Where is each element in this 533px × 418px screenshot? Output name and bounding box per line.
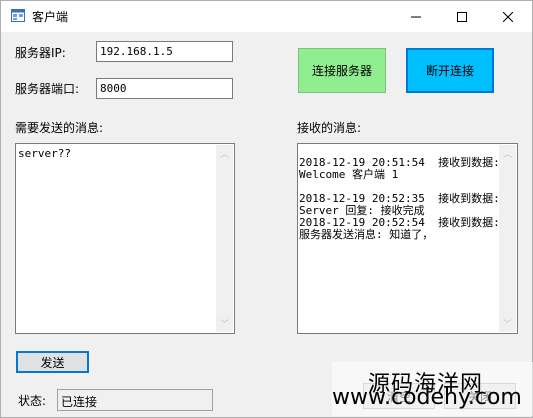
received-message-textarea[interactable]: 2018-12-19 20:51:54 接收到数据: Welcome 客户端 1… xyxy=(297,143,518,334)
maximize-button[interactable] xyxy=(439,1,485,32)
server-ip-label: 服务器IP: xyxy=(15,46,66,60)
client-window: 客户端 服务器IP: 192.168.1.5 服务器端口: 8000 连接服务器… xyxy=(0,0,533,418)
scroll-down-icon[interactable]: ﹀ xyxy=(499,315,516,332)
window-title: 客户端 xyxy=(32,10,69,24)
server-ip-input[interactable]: 192.168.1.5 xyxy=(96,41,233,62)
scroll-up-icon[interactable]: ︿ xyxy=(499,145,516,162)
status-label: 状态: xyxy=(18,394,47,408)
minimize-icon xyxy=(411,16,421,17)
connect-server-button[interactable]: 连接服务器 xyxy=(298,48,386,93)
close-icon xyxy=(503,11,513,22)
received-message-text: 2018-12-19 20:51:54 接收到数据: Welcome 客户端 1… xyxy=(299,156,500,241)
maximize-icon xyxy=(457,11,467,22)
server-port-label: 服务器端口: xyxy=(15,82,80,96)
app-window-icon xyxy=(11,9,25,22)
server-port-input[interactable]: 8000 xyxy=(96,78,233,99)
watermark-url: www.codehy.com xyxy=(332,385,522,410)
received-message-scrollbar[interactable]: ︿ ﹀ xyxy=(499,145,516,332)
send-message-label: 需要发送的消息: xyxy=(15,121,104,135)
send-message-textarea[interactable]: server?? ︿ ﹀ xyxy=(15,143,235,334)
send-message-text: server?? xyxy=(18,147,71,160)
close-window-button[interactable] xyxy=(485,1,531,32)
minimize-button[interactable] xyxy=(393,1,439,32)
scroll-up-icon[interactable]: ︿ xyxy=(216,145,233,162)
disconnect-button[interactable]: 断开连接 xyxy=(406,48,494,93)
title-bar[interactable]: 客户端 xyxy=(1,1,532,32)
received-message-label: 接收的消息: xyxy=(297,121,362,135)
send-message-scrollbar[interactable]: ︿ ﹀ xyxy=(216,145,233,332)
scroll-down-icon[interactable]: ﹀ xyxy=(216,315,233,332)
send-button[interactable]: 发送 xyxy=(16,351,89,373)
status-value: 已连接 xyxy=(57,389,213,411)
